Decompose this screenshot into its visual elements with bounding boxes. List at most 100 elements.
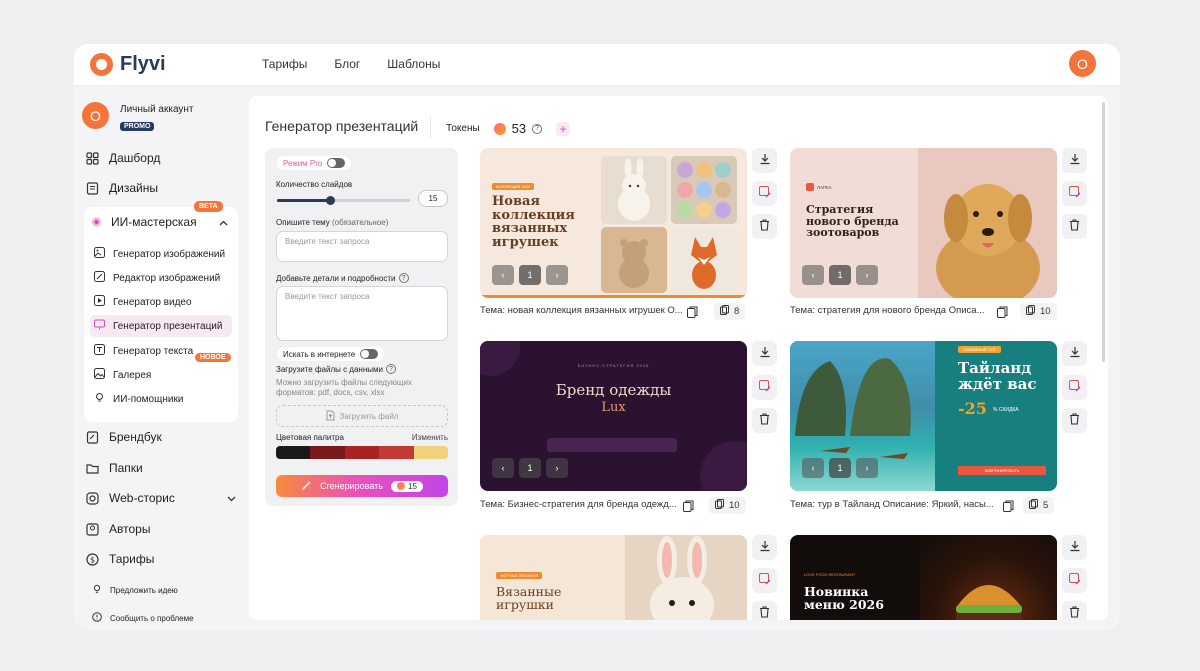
edit-image-button[interactable] <box>1062 375 1087 400</box>
edit-image-button[interactable] <box>752 181 777 206</box>
palette-swatch[interactable] <box>413 446 448 459</box>
sidebar-sub-image-generator[interactable]: Генератор изображений <box>90 243 232 265</box>
tokens-block: Токены 53 ? + <box>446 121 571 136</box>
download-button[interactable] <box>1062 535 1087 560</box>
delete-button[interactable] <box>752 408 777 433</box>
download-button[interactable] <box>752 535 777 560</box>
card-heading: Вязанные игрушки <box>496 584 562 613</box>
edit-image-button[interactable] <box>752 568 777 593</box>
prev-slide-button[interactable]: ‹ <box>492 458 514 478</box>
sidebar-item-designs[interactable]: Дизайны <box>86 178 158 198</box>
slides-slider[interactable] <box>277 196 410 205</box>
chevron-up-icon[interactable] <box>219 215 228 229</box>
sidebar-item-folders[interactable]: Папки <box>86 458 143 478</box>
copy-icon[interactable] <box>683 499 694 512</box>
user-avatar[interactable]: O <box>1069 50 1096 77</box>
edit-image-button[interactable] <box>1062 181 1087 206</box>
sidebar-item-tariffs[interactable]: $ Тарифы <box>86 549 154 569</box>
next-slide-button[interactable]: › <box>856 265 878 285</box>
pro-mode-toggle-row[interactable]: Режим Pro <box>277 156 352 170</box>
edit-image-button[interactable] <box>752 375 777 400</box>
sidebar-label-ai-studio: ИИ-мастерская <box>111 215 197 229</box>
sidebar-item-authors[interactable]: Авторы <box>86 519 150 539</box>
edit-image-button[interactable] <box>1062 568 1087 593</box>
prev-slide-button[interactable]: ‹ <box>492 265 514 285</box>
internet-search-toggle[interactable] <box>360 349 379 359</box>
copy-icon[interactable] <box>687 305 698 318</box>
card-title[interactable]: Тема: Бизнес-стратегия для бренда одежд.… <box>480 499 690 510</box>
sidebar-sub-gallery[interactable]: Галерея <box>90 364 232 386</box>
add-tokens-button[interactable]: + <box>556 121 571 136</box>
sidebar-sub-image-editor[interactable]: Редактор изображений <box>90 267 232 289</box>
sidebar-item-web-stories[interactable]: Web-сторис <box>86 488 236 508</box>
download-button[interactable] <box>752 341 777 366</box>
download-button[interactable] <box>1062 148 1087 173</box>
trash-icon <box>759 218 770 236</box>
palette-swatch[interactable] <box>310 446 345 459</box>
slides-count-badge: 10 <box>709 497 746 514</box>
sidebar-item-ai-studio[interactable]: ИИ-мастерская <box>90 215 232 229</box>
upload-file-button[interactable]: Загрузить файл <box>276 405 448 427</box>
delete-button[interactable] <box>752 601 777 620</box>
scrollbar[interactable] <box>1102 102 1105 362</box>
slider-handle[interactable] <box>326 196 336 205</box>
slides-count-input[interactable]: 15 <box>418 190 448 207</box>
pro-mode-toggle[interactable] <box>327 158 346 168</box>
suggest-idea-link[interactable]: Предложить идею <box>92 584 178 596</box>
sidebar: O Личный аккаунт PROMO Дашборд Дизайны И… <box>74 86 249 630</box>
topic-input[interactable]: Введите текст запроса <box>276 231 448 262</box>
copy-icon[interactable] <box>1003 499 1014 512</box>
next-slide-button[interactable]: › <box>856 458 878 478</box>
sidebar-sub-ai-assistants[interactable]: ИИ-помощники <box>90 388 232 410</box>
download-button[interactable] <box>752 148 777 173</box>
prev-slide-button[interactable]: ‹ <box>802 265 824 285</box>
pro-mode-label: Режим Pro <box>283 158 323 168</box>
brandbook-icon <box>86 430 99 444</box>
palette-change-link[interactable]: Изменить <box>412 433 448 442</box>
sidebar-label-designs: Дизайны <box>109 181 158 195</box>
card-title[interactable]: Тема: стратегия для нового бренда Описа.… <box>790 305 1000 316</box>
presentation-card[interactable]: ЛАПКА Стратегия нового бренда зоотоваров… <box>790 148 1057 298</box>
palette-swatch[interactable] <box>276 446 311 459</box>
nav-templates[interactable]: Шаблоны <box>387 57 440 71</box>
delete-button[interactable] <box>1062 214 1087 239</box>
help-icon[interactable]: ? <box>398 273 409 283</box>
help-icon[interactable]: ? <box>532 123 543 134</box>
topic-label-text: Опишите тему <box>276 218 330 227</box>
delete-button[interactable] <box>1062 408 1087 433</box>
internet-search-toggle-row[interactable]: Искать в интернете <box>277 347 385 361</box>
fox-image <box>671 227 737 293</box>
next-slide-button[interactable]: › <box>546 265 568 285</box>
nav-blog[interactable]: Блог <box>334 57 360 71</box>
generate-cost-badge: 15 <box>391 480 423 492</box>
presentation-card[interactable]: БИЗНЕС-СТРАТЕГИЯ 2026 Бренд одежды Lux ‹… <box>480 341 747 491</box>
palette-swatch[interactable] <box>344 446 380 459</box>
card-title[interactable]: Тема: тур в Тайланд Описание: Яркий, нас… <box>790 499 1000 510</box>
help-icon[interactable]: ? <box>385 364 396 374</box>
sidebar-sub-presentation-generator[interactable]: Генератор презентаций <box>90 315 232 337</box>
delete-button[interactable] <box>752 214 777 239</box>
palette-swatch[interactable] <box>379 446 414 459</box>
color-palette[interactable] <box>276 446 448 459</box>
prev-slide-button[interactable]: ‹ <box>802 458 824 478</box>
delete-button[interactable] <box>1062 601 1087 620</box>
sidebar-sub-video-generator[interactable]: Генератор видео <box>90 291 232 313</box>
presentation-card[interactable]: УЮТНЫЕ ВЯЗАНИЯ Вязанные игрушки <box>480 535 747 620</box>
logo[interactable]: Flyvi <box>90 53 166 76</box>
report-problem-link[interactable]: Сообщить о проблеме <box>92 612 194 624</box>
chevron-down-icon[interactable] <box>227 491 236 505</box>
nav-tariffs[interactable]: Тарифы <box>262 57 307 71</box>
sidebar-item-brandbook[interactable]: Брендбук <box>86 427 162 447</box>
presentation-card[interactable]: LOVE FOOD RESTAURANT Новинка меню 2026 <box>790 535 1057 620</box>
presentation-card[interactable]: КОЛЛЕКЦИЯ 2026 Новая коллекция вязанных … <box>480 148 747 298</box>
card-title[interactable]: Тема: новая коллекция вязанных игрушек О… <box>480 305 690 316</box>
card-cta: ЗАБРОНИРОВАТЬ <box>958 466 1046 475</box>
presentation-card[interactable]: СЕМЕЙНЫЙ ТУР Тайланд ждёт вас -25 % СКИД… <box>790 341 1057 491</box>
copy-icon[interactable] <box>997 305 1008 318</box>
next-slide-button[interactable]: › <box>546 458 568 478</box>
details-input[interactable]: Введите текст запроса <box>276 286 448 341</box>
download-button[interactable] <box>1062 341 1087 366</box>
generate-button[interactable]: Сгенерировать 15 <box>276 475 448 497</box>
sidebar-item-dashboard[interactable]: Дашборд <box>86 148 160 168</box>
account-block[interactable]: O Личный аккаунт PROMO <box>82 102 194 133</box>
